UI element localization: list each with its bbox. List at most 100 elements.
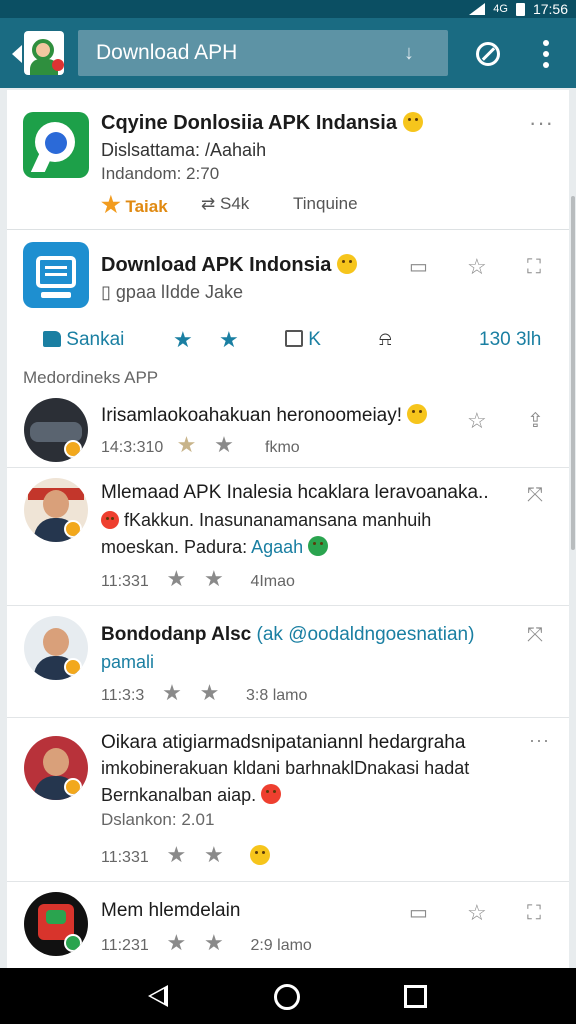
app-card[interactable]: Download APK Indonsia ▯ gpaa lIdde Jake …	[7, 230, 569, 323]
item-title: Oikara atigiarmadsnipataniannl hedargrah…	[101, 732, 466, 753]
app-subtitle-text: gpaa lIdde Jake	[115, 282, 244, 302]
item-time: 14:3:310	[101, 439, 164, 456]
search-field[interactable]: Download APH ↓	[78, 30, 448, 76]
item-line-text: fKakkun. Inasunanamansana manhuih	[124, 510, 432, 530]
item-line: imkobinerakuan kldani barhnaklDnakasi ha…	[101, 758, 470, 778]
status-time: 17:56	[532, 1, 568, 17]
like-button[interactable]: Sankai	[43, 329, 124, 351]
screen-icon[interactable]: ▭	[409, 254, 428, 279]
thumbs-up-icon	[43, 331, 61, 347]
star-icon: ★	[204, 930, 224, 955]
network-label: 4G	[493, 3, 508, 15]
nav-home-icon[interactable]	[274, 984, 300, 1010]
expand-icon[interactable]: ⛶	[527, 256, 541, 279]
overflow-menu-icon[interactable]	[537, 40, 555, 68]
rating: ★ Taiak	[101, 194, 168, 217]
favorite-star-icon[interactable]: ☆	[467, 256, 487, 278]
smile-emoji-icon	[402, 112, 423, 132]
item-title: Mem hlemdelain	[101, 900, 241, 921]
star-icon: ★	[166, 566, 187, 591]
comment-label: K	[308, 329, 321, 350]
app-icon-message	[23, 242, 89, 308]
alert-emoji-icon	[101, 511, 119, 529]
item-extra: 2:9 lamo	[250, 937, 312, 954]
star-icon: ★	[199, 680, 220, 705]
featured-app-card[interactable]: Cqyine Donlosiia APK Indansia Dislsattam…	[7, 90, 569, 230]
rating-label: Taiak	[125, 197, 168, 216]
app-icon-chat	[23, 112, 89, 178]
item-time: 11:3:3	[101, 687, 145, 704]
list-item[interactable]: Bondodanp Alsc (ak @oodaldngoesnatian) p…	[7, 606, 569, 718]
item-extra: 3:8 lamo	[246, 687, 308, 704]
avatar	[24, 478, 88, 542]
expand-icon[interactable]: ⛶	[527, 902, 541, 925]
share-icon: ⇄	[201, 194, 216, 213]
app-logo	[24, 31, 64, 75]
star-icon[interactable]: ★	[219, 329, 239, 351]
download-arrow-icon[interactable]: ↓	[404, 42, 414, 65]
compass-icon[interactable]	[476, 42, 500, 66]
item-title: Mlemaad APK Inalesia hcaklara leravoanak…	[101, 482, 489, 503]
item-meta: 11:231 ★ ★ 2:9 lamo	[101, 932, 312, 955]
star-icon: ★	[204, 842, 224, 867]
item-time: 11:331	[101, 573, 149, 590]
item-line-text: Bernkanalban aiap.	[101, 785, 257, 805]
list-item[interactable]: Irisamlaokoahakuan heronoomeiay! 14:3:31…	[7, 388, 569, 468]
navigation-bar	[0, 968, 576, 1024]
face-emoji-icon	[336, 254, 357, 274]
nav-recents-icon[interactable]	[404, 985, 427, 1008]
item-line: fKakkun. Inasunanamansana manhuih	[101, 510, 431, 531]
comment-button[interactable]: K	[285, 329, 321, 351]
feed: Cqyine Donlosiia APK Indansia Dislsattam…	[7, 90, 569, 968]
item-meta: 11:331 ★ ★ 4Imao	[101, 568, 295, 591]
avatar	[24, 892, 88, 956]
item-extra: 4Imao	[250, 573, 295, 590]
item-time: 11:331	[101, 849, 149, 866]
list-item[interactable]: Oikara atigiarmadsnipataniannl hedargrah…	[7, 718, 569, 882]
action-row: Sankai ★ ★ K ⍾ 130 3lh	[7, 323, 569, 359]
item-handle[interactable]: (ak @oodaldngoesnatian)	[257, 624, 475, 645]
item-detail: Dslankon: 2.01	[101, 810, 215, 829]
list-item[interactable]: Mem hlemdelain 11:231 ★ ★ 2:9 lamo ▭ ☆ ⛶	[7, 882, 569, 968]
item-time: 11:231	[101, 937, 149, 954]
item-meta: 11:3:3 ★ ★ 3:8 lamo	[101, 682, 307, 705]
star-icon: ★	[214, 432, 234, 457]
item-line: moeskan. Padura: Agaah	[101, 536, 329, 558]
more-options-icon[interactable]: ···	[529, 110, 554, 136]
back-button[interactable]	[12, 31, 64, 77]
item-extra: fkmo	[265, 439, 300, 456]
like-label: Sankai	[66, 329, 125, 350]
app-detail: Indandom: 2:70	[101, 164, 220, 183]
expand-icon[interactable]: ⤧	[527, 484, 543, 507]
avatar	[24, 616, 88, 680]
more-options-icon[interactable]: ···	[529, 730, 550, 751]
star-icon[interactable]: ★	[173, 329, 193, 351]
downloads: ⇄ S4k	[201, 194, 249, 214]
react-icon[interactable]: ⍾	[379, 329, 392, 351]
item-meta: 14:3:310 ★ ★ fkmo	[101, 434, 300, 457]
green-badge-icon	[308, 536, 329, 556]
app-title: Download APK Indonsia	[101, 254, 357, 277]
expand-icon[interactable]: ⤧	[527, 624, 543, 647]
list-item[interactable]: Mlemaad APK Inalesia hcaklara leravoanak…	[7, 468, 569, 606]
item-title-text: Irisamlaokoahakuan heronoomeiay!	[101, 405, 403, 426]
star-icon: ★	[166, 842, 187, 867]
app-subtitle: Dislsattama: /Aahaih	[101, 140, 267, 160]
face-emoji-icon	[250, 845, 271, 865]
face-emoji-icon	[407, 404, 428, 424]
item-line: pamali	[101, 652, 155, 672]
item-link[interactable]: Agaah	[251, 537, 303, 557]
count-label: 130 3lh	[479, 329, 542, 350]
share-icon[interactable]: ⇪	[527, 408, 544, 433]
status-bar: 4G 17:56	[0, 0, 576, 18]
avatar	[24, 398, 88, 462]
star-icon: ★	[101, 192, 121, 217]
favorite-star-icon[interactable]: ☆	[467, 902, 487, 924]
screen-icon[interactable]: ▭	[409, 900, 428, 925]
avatar	[24, 736, 88, 800]
item-line-text: moeskan. Padura:	[101, 537, 252, 557]
nav-back-icon[interactable]	[148, 985, 168, 1007]
item-title: Bondodanp Alsc (ak @oodaldngoesnatian)	[101, 624, 474, 646]
favorite-star-icon[interactable]: ☆	[467, 410, 487, 432]
scrollbar[interactable]	[571, 196, 575, 550]
